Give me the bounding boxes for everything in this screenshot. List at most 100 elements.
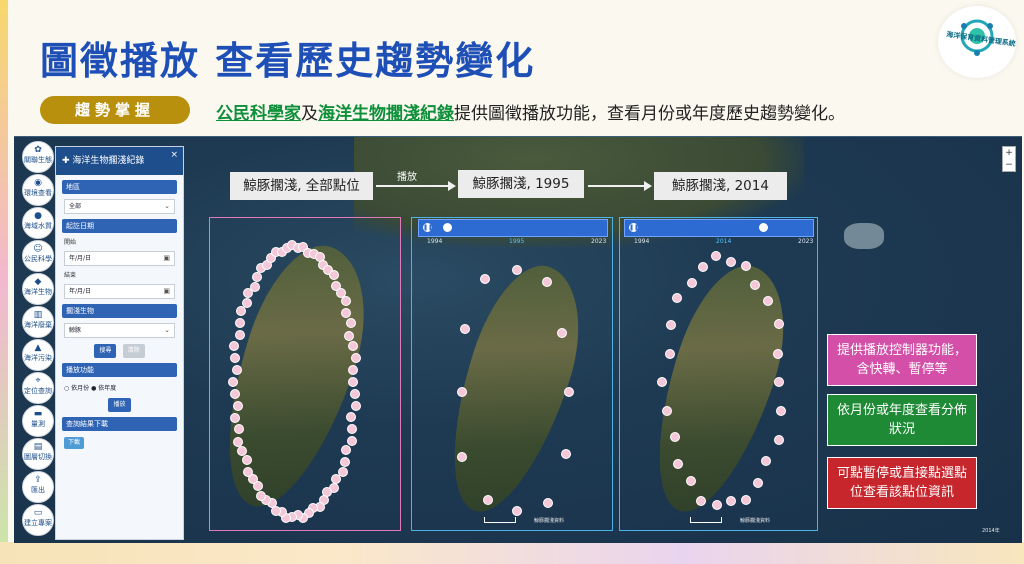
rail-item-3[interactable]: ☺ 公民科學 [22, 240, 54, 272]
zoom-out-button[interactable]: − [1003, 159, 1015, 171]
area-select[interactable]: 全部 ⌄ [64, 199, 175, 214]
rail-item-11[interactable]: ▭ 建立專案 [22, 504, 54, 536]
radio-by-year[interactable]: ● 依年度 [91, 385, 116, 392]
stranding-point[interactable] [457, 451, 468, 462]
rail-item-4[interactable]: ◆ 海洋生物 [22, 273, 54, 305]
stranding-point[interactable] [232, 436, 243, 447]
stranding-point[interactable] [664, 348, 675, 359]
rail-item-5[interactable]: ▥ 海洋廢棄 [22, 306, 54, 338]
stranding-point[interactable] [348, 377, 358, 387]
stranding-point[interactable] [351, 352, 362, 363]
attribution: 鯨豚擱淺資料 [534, 518, 565, 524]
stranding-point[interactable] [775, 406, 786, 417]
download-button[interactable]: 下載 [64, 437, 85, 449]
stranding-point[interactable] [349, 389, 360, 400]
panel-title: 海洋生物擱淺紀錄 [72, 156, 145, 166]
offshore-island [844, 223, 884, 249]
stranding-point[interactable] [479, 273, 490, 284]
leaf-icon: ✿ [34, 145, 42, 155]
zoom-in-button[interactable]: + [1003, 147, 1015, 159]
rail-item-10[interactable]: ⇪ 匯出 [22, 471, 54, 503]
by-year-label: 依年度 [98, 385, 117, 392]
slider-knob[interactable] [443, 223, 452, 232]
label-2014: 鯨豚擱淺, 2014 [654, 172, 787, 200]
play-button[interactable]: 播放 [108, 398, 131, 412]
stranding-point[interactable] [760, 455, 771, 466]
stranding-point[interactable] [711, 499, 722, 510]
stranding-point[interactable] [561, 448, 572, 459]
section-area[interactable]: 地區 [62, 180, 177, 194]
stranding-point[interactable] [230, 389, 241, 400]
section-download[interactable]: 查詢結果下載 [62, 417, 177, 431]
pause-icon[interactable]: ❚❚ [629, 223, 639, 232]
stranding-point[interactable] [255, 490, 266, 501]
rail-item-label: 圖層切換 [24, 453, 52, 461]
folder-icon: ▭ [33, 508, 43, 518]
scale-bar [484, 517, 516, 523]
start-date-input[interactable]: 年/月/日 ▣ [64, 251, 175, 266]
calendar-icon[interactable]: ▣ [163, 285, 170, 298]
stranding-point[interactable] [774, 377, 784, 387]
search-button[interactable]: 搜尋 [94, 344, 117, 358]
stranding-point[interactable] [345, 318, 356, 329]
close-icon[interactable]: × [170, 141, 178, 169]
chevron-down-icon: ⌄ [164, 202, 170, 210]
stranding-point[interactable] [773, 348, 784, 359]
start-date-placeholder: 年/月/日 [69, 255, 92, 262]
stranding-point[interactable] [249, 281, 260, 292]
rail-item-8[interactable]: ▬ 量測 [22, 405, 54, 437]
arrow-1-head [448, 181, 456, 191]
rail-item-label: 公民科學 [24, 255, 52, 263]
stranding-point[interactable] [232, 400, 243, 411]
rail-item-1[interactable]: ◉ 環境查看 [22, 174, 54, 206]
stranding-point[interactable] [242, 467, 253, 478]
slider-current-2014: 2014 [716, 238, 732, 245]
calendar-icon[interactable]: ▣ [163, 252, 170, 265]
stranding-point[interactable] [344, 330, 355, 341]
stranding-point[interactable] [564, 387, 574, 397]
stranding-point[interactable] [229, 340, 240, 351]
rail-item-2[interactable]: ● 海域水質 [22, 207, 54, 239]
rail-item-0[interactable]: ✿ 關聯生態 [22, 141, 54, 173]
section-date[interactable]: 起訖日期 [62, 219, 177, 233]
stranding-point[interactable] [227, 377, 238, 387]
section-species[interactable]: 擱淺生物 [62, 304, 177, 318]
stranding-point[interactable] [235, 306, 246, 317]
playback-slider-2014[interactable]: ❚❚ [624, 219, 814, 237]
radio-by-month[interactable]: ○ 依月份 [64, 385, 89, 392]
section-tag: 趨勢掌握 [40, 96, 190, 124]
stranding-point[interactable] [557, 328, 568, 338]
zoom-control[interactable]: + − [1002, 146, 1016, 172]
section-playback[interactable]: 播放功能 [62, 363, 177, 377]
stranding-point[interactable] [231, 365, 242, 376]
stranding-point[interactable] [656, 377, 667, 387]
species-select[interactable]: 鯨豚 ⌄ [64, 323, 175, 338]
slider-start-1995: 1994 [427, 238, 443, 245]
slider-knob[interactable] [759, 223, 768, 232]
subtitle-and: 及 [301, 104, 318, 124]
end-date-input[interactable]: 年/月/日 ▣ [64, 284, 175, 299]
rail-item-label: 海域水質 [24, 222, 52, 230]
stranding-point[interactable] [697, 261, 708, 272]
stranding-point[interactable] [774, 318, 785, 329]
stranding-point[interactable] [331, 473, 342, 484]
clear-button[interactable]: 清除 [122, 344, 145, 358]
rail-item-9[interactable]: ▤ 圖層切換 [22, 438, 54, 470]
left-stripe [0, 0, 8, 564]
pause-icon[interactable]: ❚❚ [423, 223, 433, 232]
stranding-point[interactable] [752, 477, 763, 488]
stranding-point[interactable] [234, 330, 245, 341]
rail-item-label: 匯出 [31, 486, 45, 494]
stranding-point[interactable] [725, 495, 736, 506]
stranding-point[interactable] [740, 260, 751, 271]
arrow-1 [376, 185, 448, 187]
stranding-point[interactable] [482, 494, 493, 505]
species-value: 鯨豚 [69, 327, 82, 334]
playback-slider-1995[interactable]: ❚❚ [418, 219, 608, 237]
stranding-point[interactable] [340, 445, 351, 456]
slider-end-2014: 2023 [798, 238, 814, 245]
stranding-point[interactable] [671, 293, 682, 304]
stranding-point[interactable] [339, 456, 350, 467]
rail-item-7[interactable]: ⌖ 定位查詢 [22, 372, 54, 404]
rail-item-6[interactable]: ▲ 海洋污染 [22, 339, 54, 371]
